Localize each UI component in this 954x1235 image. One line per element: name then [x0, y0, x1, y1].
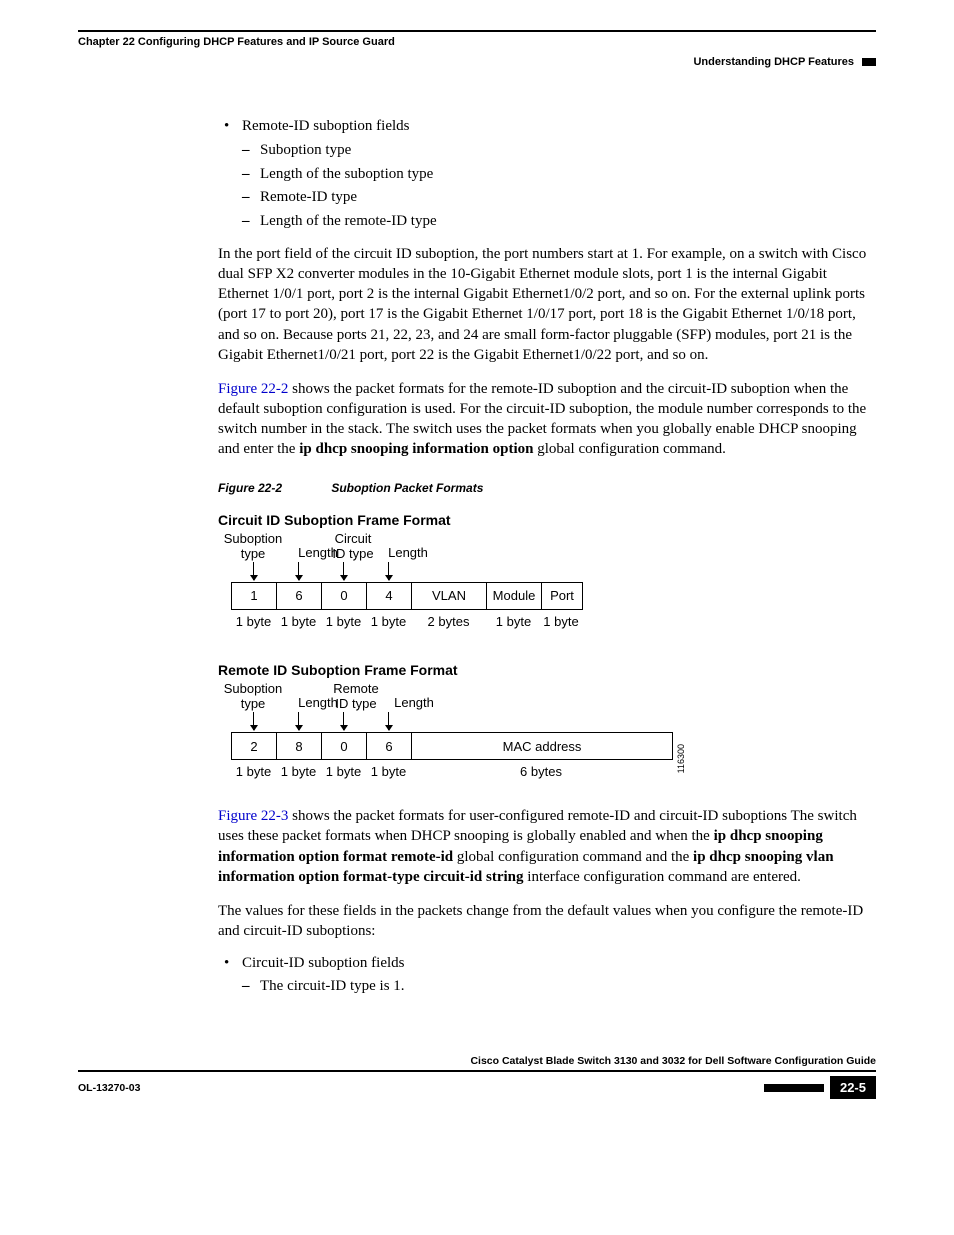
- footer-decor-icon: [764, 1084, 824, 1092]
- paragraph: Figure 22-2 shows the packet formats for…: [218, 379, 876, 460]
- paragraph: In the port field of the circuit ID subo…: [218, 244, 876, 366]
- bullet-list: Remote-ID suboption fields Suboption typ…: [218, 118, 876, 230]
- diagram-heading: Remote ID Suboption Frame Format: [218, 662, 876, 678]
- footer-page-number: 22-5: [830, 1076, 876, 1099]
- diag-cell: 2: [232, 733, 277, 759]
- diag-size: 1 byte: [321, 764, 366, 779]
- dash-item: Suboption type: [260, 142, 351, 158]
- figure-link[interactable]: Figure 22-2: [218, 381, 288, 397]
- diag-cell: 0: [322, 583, 367, 609]
- dash-item: Remote-ID type: [260, 189, 357, 205]
- page-body: Remote-ID suboption fields Suboption typ…: [218, 118, 876, 995]
- diag-size: 1 byte: [366, 614, 411, 629]
- figure-label: Figure 22-2 Suboption Packet Formats: [218, 481, 876, 495]
- diag-cell: 8: [277, 733, 322, 759]
- diag-cell: MAC address: [412, 733, 672, 759]
- header-section: Understanding DHCP Features: [693, 56, 854, 68]
- paragraph: Figure 22-3 shows the packet formats for…: [218, 806, 876, 887]
- diag-label: Length: [378, 532, 438, 562]
- paragraph: The values for these fields in the packe…: [218, 901, 876, 942]
- footer-guide-title: Cisco Catalyst Blade Switch 3130 and 303…: [78, 1055, 876, 1072]
- figure-title: Suboption Packet Formats: [331, 481, 483, 495]
- header-chapter: Chapter 22 Configuring DHCP Features and…: [78, 36, 876, 48]
- dash-item: The circuit-ID type is 1.: [260, 978, 405, 994]
- diag-cell: Module: [487, 583, 542, 609]
- diag-size: 1 byte: [321, 614, 366, 629]
- diag-size: 2 bytes: [411, 614, 486, 629]
- diag-size: 1 byte: [541, 614, 581, 629]
- diag-size: 1 byte: [231, 614, 276, 629]
- page-footer: Cisco Catalyst Blade Switch 3130 and 303…: [78, 1055, 876, 1099]
- remote-id-diagram: Suboptiontype Length RemoteID type Lengt…: [218, 682, 876, 779]
- diag-label: RemoteID type: [328, 682, 384, 712]
- bullet-item: Circuit-ID suboption fields: [242, 955, 404, 971]
- diag-size: 1 byte: [276, 614, 321, 629]
- diag-cell: 6: [367, 733, 412, 759]
- bullet-item: Remote-ID suboption fields: [242, 118, 409, 134]
- dash-item: Length of the remote-ID type: [260, 213, 437, 229]
- diag-size: 1 byte: [366, 764, 411, 779]
- diag-cell: VLAN: [412, 583, 487, 609]
- figure-code: 116300: [676, 744, 686, 773]
- paragraph-text: global configuration command.: [533, 441, 725, 457]
- diag-label: Suboptiontype: [218, 682, 288, 712]
- diag-cell: 4: [367, 583, 412, 609]
- diag-size: 6 bytes: [411, 764, 671, 779]
- circuit-id-diagram: Suboptiontype Length CircuitID type Leng…: [218, 532, 876, 629]
- header-decor-icon: [862, 58, 876, 66]
- diag-size: 1 byte: [231, 764, 276, 779]
- diag-label: Suboptiontype: [218, 532, 288, 562]
- paragraph-text: interface configuration command are ente…: [527, 869, 801, 885]
- diag-label: CircuitID type: [328, 532, 378, 562]
- diag-cell: 1: [232, 583, 277, 609]
- diag-size: 1 byte: [486, 614, 541, 629]
- figure-link[interactable]: Figure 22-3: [218, 808, 288, 824]
- diag-cell: 6: [277, 583, 322, 609]
- figure-number: Figure 22-2: [218, 481, 328, 495]
- bullet-list: Circuit-ID suboption fields The circuit-…: [218, 955, 876, 996]
- diag-size: 1 byte: [276, 764, 321, 779]
- paragraph-text: global configuration command and the: [457, 849, 693, 865]
- dash-item: Length of the suboption type: [260, 166, 433, 182]
- footer-docid: OL-13270-03: [78, 1082, 140, 1094]
- diagram-heading: Circuit ID Suboption Frame Format: [218, 512, 876, 528]
- page-header: Chapter 22 Configuring DHCP Features and…: [78, 30, 876, 68]
- diag-cell: 0: [322, 733, 367, 759]
- diag-label: Length: [384, 682, 444, 712]
- diag-cell: Port: [542, 583, 582, 609]
- command-text: ip dhcp snooping information option: [299, 441, 533, 457]
